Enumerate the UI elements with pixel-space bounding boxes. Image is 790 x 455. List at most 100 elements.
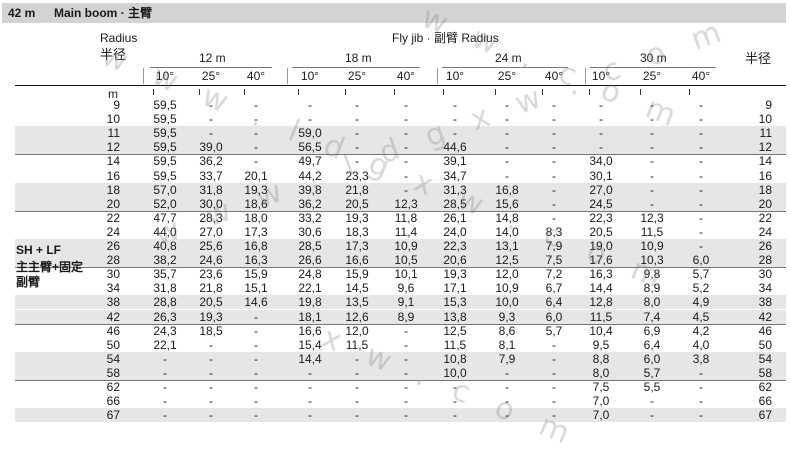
angle-header: 25°: [642, 69, 662, 83]
load-value: 16,8: [244, 239, 268, 253]
angle-header: 25°: [347, 69, 367, 83]
load-value: 7,0: [592, 408, 610, 423]
load-value: -: [308, 408, 312, 423]
load-value: -: [355, 365, 359, 380]
unit-tick: [495, 89, 496, 95]
load-value: 44,2: [298, 168, 322, 183]
load-value: 19,3: [443, 267, 467, 282]
load-value: 14,8: [495, 210, 519, 225]
load-value: 10,3: [640, 253, 664, 268]
load-value: 11,5: [589, 309, 613, 324]
load-value: 11,5: [640, 224, 664, 239]
load-value: -: [355, 394, 359, 409]
load-value: 10,0: [495, 295, 519, 310]
load-value: 6,0: [643, 351, 661, 366]
load-value: 28,8: [153, 295, 177, 310]
load-value: -: [699, 196, 703, 211]
load-value: -: [404, 112, 408, 127]
unit-tick: [298, 89, 299, 95]
load-value: 4,0: [692, 337, 710, 352]
load-value: 10,9: [495, 281, 519, 296]
load-value: -: [404, 351, 408, 366]
load-value: -: [552, 140, 556, 155]
load-value: 22,3: [443, 239, 467, 253]
jib-group-rule-3: [442, 67, 568, 68]
row-radius-right: 58: [758, 365, 772, 380]
jib-length-4: 30 m: [640, 51, 667, 65]
sep-18-24: [437, 68, 438, 84]
load-value: -: [308, 394, 312, 409]
load-value: -: [505, 140, 509, 155]
load-value: 5,2: [692, 281, 710, 296]
row-radius-right: 16: [758, 168, 772, 183]
row-radius-right: 66: [758, 394, 772, 409]
load-value: 24,0: [443, 224, 467, 239]
load-value: -: [599, 140, 603, 155]
load-value: -: [404, 182, 408, 197]
load-value: 18,3: [345, 224, 369, 239]
load-value: 36,2: [199, 154, 223, 169]
load-value: -: [650, 182, 654, 197]
row-radius: 67: [106, 408, 120, 423]
load-value: 10,8: [443, 351, 467, 366]
load-value: 7,5: [545, 253, 563, 268]
load-value: -: [254, 351, 258, 366]
unit-tick: [345, 89, 346, 95]
load-value: -: [453, 380, 457, 394]
load-value: 18,1: [298, 309, 322, 324]
row-radius-right: 26: [758, 239, 772, 253]
row-radius: 28: [106, 253, 120, 268]
load-value: 20,5: [589, 224, 613, 239]
row-radius: 58: [106, 365, 120, 380]
load-value: 20,1: [244, 168, 268, 183]
load-value: 23,6: [199, 267, 223, 282]
sep-12-18: [287, 68, 288, 84]
load-value: 9,8: [643, 267, 661, 282]
load-value: -: [453, 394, 457, 409]
load-value: 10,5: [394, 253, 418, 268]
angle-header: 25°: [201, 69, 221, 83]
load-value: 19,3: [244, 182, 268, 197]
row-radius: 46: [106, 323, 120, 338]
load-value: 15,6: [495, 196, 519, 211]
row-radius: 42: [106, 309, 120, 324]
load-value: 16,8: [495, 182, 519, 197]
load-value: -: [699, 182, 703, 197]
load-value: -: [699, 239, 703, 253]
load-value: -: [254, 323, 258, 338]
load-value: 44,6: [443, 140, 467, 155]
unit-tick: [640, 89, 641, 95]
load-value: 9,3: [498, 309, 516, 324]
load-value: -: [699, 224, 703, 239]
load-value: 6,4: [643, 337, 661, 352]
load-value: 19,3: [199, 309, 223, 324]
load-value: 6,0: [692, 253, 710, 268]
load-value: -: [254, 365, 258, 380]
load-value: 22,1: [153, 337, 177, 352]
load-value: 24,8: [298, 267, 322, 282]
angle-header: 10°: [591, 69, 611, 83]
load-value: 52,0: [153, 196, 177, 211]
load-value: -: [505, 394, 509, 409]
load-value: 11,5: [345, 337, 369, 352]
load-value: -: [209, 365, 213, 380]
load-value: -: [404, 126, 408, 141]
row-radius: 34: [106, 281, 120, 296]
load-value: -: [209, 394, 213, 409]
load-chart-page: 42 m Main boom · 主臂 Radius 半径 Fly jib · …: [0, 0, 790, 455]
title-bar: 42 m Main boom · 主臂: [2, 3, 786, 23]
load-value: -: [552, 112, 556, 127]
row-radius-right: 42: [758, 309, 772, 324]
load-value: -: [599, 112, 603, 127]
load-value: -: [209, 126, 213, 141]
load-value: -: [254, 154, 258, 169]
load-value: -: [552, 98, 556, 112]
load-value: 21,8: [345, 182, 369, 197]
load-value: -: [404, 337, 408, 352]
load-value: 56,5: [298, 140, 322, 155]
load-value: -: [552, 394, 556, 409]
load-value: 6,7: [545, 281, 563, 296]
load-value: -: [552, 210, 556, 225]
load-value: -: [404, 168, 408, 183]
row-radius: 12: [106, 140, 120, 155]
